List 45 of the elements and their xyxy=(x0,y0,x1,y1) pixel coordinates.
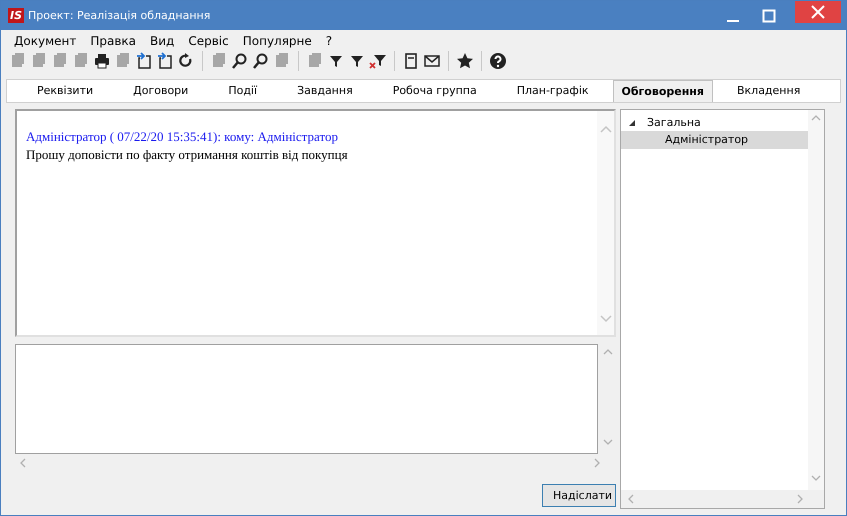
help-icon[interactable] xyxy=(489,52,507,70)
scroll-left-icon[interactable] xyxy=(627,494,634,504)
clear-filter-icon[interactable] xyxy=(369,52,387,70)
scroll-down-icon[interactable] xyxy=(603,439,613,446)
scroll-down-icon[interactable] xyxy=(811,475,821,482)
search-icon[interactable] xyxy=(231,52,249,70)
menu-item[interactable]: Правка xyxy=(83,34,144,48)
scroll-up-icon[interactable] xyxy=(603,348,613,355)
scroll-right-icon[interactable] xyxy=(797,494,804,504)
message-text: Прошу доповісти по факту отримання коштів від покупця xyxy=(26,147,349,163)
scroll-up-icon[interactable] xyxy=(811,114,821,121)
message-header: Адміністратор ( 07/22/20 15:35:41): кому: Адміністратор xyxy=(26,129,339,145)
tab[interactable]: Реквізити xyxy=(21,84,110,102)
close-icon xyxy=(811,5,825,19)
tab[interactable]: Події xyxy=(212,84,274,102)
close-button[interactable] xyxy=(795,1,841,23)
message-input[interactable] xyxy=(15,344,598,454)
import-icon[interactable] xyxy=(135,52,153,70)
send-button[interactable]: Надіслати xyxy=(542,484,616,507)
maximize-icon[interactable] xyxy=(762,8,776,22)
page-icon[interactable] xyxy=(402,52,420,70)
tree-item[interactable]: Адміністратор xyxy=(621,131,808,149)
menu-item[interactable]: Сервіс xyxy=(181,34,236,48)
scroll-left-icon[interactable] xyxy=(19,458,26,468)
menu-item[interactable]: Документ xyxy=(7,34,84,48)
scroll-down-icon[interactable] xyxy=(600,315,612,323)
search-icon[interactable] xyxy=(252,52,270,70)
tab[interactable]: План-графік xyxy=(500,84,605,102)
star-icon[interactable] xyxy=(456,52,474,70)
tab[interactable]: Завдання xyxy=(281,84,369,102)
menu-item[interactable]: ? xyxy=(318,34,340,48)
tab[interactable]: Договори xyxy=(117,84,204,102)
import-icon[interactable] xyxy=(156,52,174,70)
printer-icon[interactable] xyxy=(93,52,111,70)
tab[interactable]: Вкладення xyxy=(720,84,816,102)
tab[interactable]: Робоча группа xyxy=(376,84,493,102)
tab[interactable]: Обговорення xyxy=(612,80,713,103)
menu-item[interactable]: Популярне xyxy=(236,34,319,48)
expand-icon[interactable] xyxy=(628,118,636,126)
app-logo: IS xyxy=(8,8,24,23)
tree-item[interactable]: Загальна xyxy=(647,116,701,129)
scroll-right-icon[interactable] xyxy=(594,458,601,468)
menu-item[interactable]: Вид xyxy=(143,34,182,48)
scroll-up-icon[interactable] xyxy=(600,125,612,133)
window-title: Проект: Реалізація обладнання xyxy=(28,9,210,22)
